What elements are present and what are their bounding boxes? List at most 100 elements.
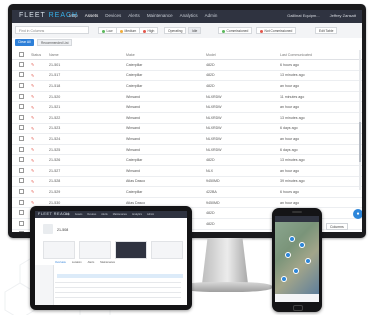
filter-operating[interactable]: Operating	[164, 27, 187, 34]
wrench-icon: ✎	[31, 168, 35, 174]
wrench-icon: ✎	[31, 136, 35, 142]
map-marker-icon[interactable]: ●	[353, 209, 362, 219]
tablet-nav-admin[interactable]: Admin	[147, 213, 154, 216]
row-checkbox[interactable]	[19, 125, 24, 131]
row-checkbox[interactable]	[19, 210, 24, 216]
edit-table-button[interactable]: Edit Table	[315, 27, 338, 34]
tablet-nav-analytics[interactable]: Analytics	[132, 213, 142, 216]
table-scrollbar-thumb[interactable]	[359, 122, 361, 162]
cell-make: Caterpillar	[125, 70, 205, 82]
tab-location[interactable]: Location	[72, 261, 82, 264]
column-model[interactable]: Model	[205, 50, 279, 60]
row-checkbox[interactable]	[19, 231, 24, 232]
map-pin-icon[interactable]	[293, 268, 299, 274]
cell-last-communicated: an hour ago	[279, 197, 362, 209]
row-checkbox[interactable]	[19, 178, 24, 184]
table-scrollbar[interactable]	[359, 50, 361, 190]
row-checkbox[interactable]	[19, 61, 24, 67]
nav-admin[interactable]: Admin	[205, 13, 218, 18]
cell-make: Winsand	[125, 91, 205, 103]
cell-name: 21-521	[48, 101, 125, 113]
row-checkbox[interactable]	[19, 104, 24, 110]
phone-map[interactable]	[275, 222, 319, 294]
commissioned-dot-icon	[222, 29, 225, 33]
row-checkbox[interactable]	[19, 188, 24, 194]
nav-alerts[interactable]: Alerts	[128, 13, 140, 18]
nav-devices[interactable]: Devices	[105, 13, 121, 18]
row-checkbox[interactable]	[19, 82, 24, 88]
filter-low[interactable]: Low	[98, 27, 117, 34]
tablet-nav-maintenance[interactable]: Maintenance	[113, 213, 127, 216]
column-status[interactable]: Status	[30, 50, 48, 60]
recommended-list-button[interactable]: Recommended List	[37, 39, 73, 46]
table-row[interactable]: ✎ 21-522 Winsand NLXRDW 13 minutes ago	[12, 112, 362, 124]
phone-home-button[interactable]	[293, 305, 303, 311]
row-checkbox[interactable]	[19, 72, 24, 78]
table-row[interactable]: ✎ 21-501 Caterpillar 482D 6 hours ago	[12, 59, 362, 71]
filter-idle[interactable]: Idle	[188, 27, 202, 34]
table-actions-bar: Clear All Recommended List	[12, 38, 362, 48]
wrench-icon: ✎	[31, 62, 35, 68]
select-all-checkbox[interactable]	[19, 51, 24, 57]
nav-map[interactable]: Map	[69, 13, 78, 18]
user-menu[interactable]: Jeffrey Zansatt	[330, 13, 356, 18]
tablet-nav-devices[interactable]: Devices	[87, 213, 96, 216]
clear-all-button[interactable]: Clear All	[15, 39, 34, 46]
map-pin-icon[interactable]	[289, 236, 295, 242]
cell-model: 9450MD	[205, 197, 279, 209]
user-area: Gaillinat Equipm... Jeffrey Zansatt	[287, 13, 356, 18]
column-name[interactable]: Name	[48, 50, 125, 60]
row-checkbox[interactable]	[19, 157, 24, 163]
column-last-communicated[interactable]: Last Communicated	[279, 50, 362, 60]
nav-analytics[interactable]: Analytics	[180, 13, 198, 18]
map-pin-icon[interactable]	[305, 258, 311, 264]
tablet-nav-map[interactable]: Map	[65, 213, 70, 216]
company-selector[interactable]: Gaillinat Equipm...	[287, 13, 319, 18]
map-pin-icon[interactable]	[285, 252, 291, 258]
row-checkbox[interactable]	[19, 220, 24, 226]
table-row[interactable]: ✎ 21-526 Caterpillar 482D 13 minutes ago	[12, 154, 362, 166]
table-row[interactable]: ✎ 21-525 Winsand NLXRDW 6 days ago	[12, 144, 362, 156]
tab-overview[interactable]: Overview	[55, 261, 66, 264]
cell-last-communicated: 6 days ago	[279, 123, 362, 135]
wrench-icon: ✎	[31, 94, 35, 100]
nav-maintenance[interactable]: Maintenance	[147, 13, 173, 18]
tablet-nav-alerts[interactable]: Alerts	[101, 213, 107, 216]
row-checkbox[interactable]	[19, 167, 24, 173]
table-row[interactable]: ✎ 21-518 Caterpillar 482D an hour ago	[12, 80, 362, 92]
tablet-nav: Map Assets Devices Alerts Maintenance An…	[65, 213, 154, 216]
wrench-icon: ✎	[31, 147, 35, 153]
top-navigation-bar: FLEET REACH Map Assets Devices Alerts Ma…	[12, 10, 362, 23]
map-pin-icon[interactable]	[281, 276, 287, 282]
cell-make: Winsand	[125, 165, 205, 177]
tab-alerts[interactable]: Alerts	[88, 261, 95, 264]
row-checkbox[interactable]	[19, 114, 24, 120]
filter-commissioned[interactable]: Commissioned	[218, 27, 253, 34]
row-checkbox[interactable]	[19, 146, 24, 152]
columns-button[interactable]: Columns	[326, 223, 348, 230]
row-checkbox[interactable]	[19, 93, 24, 99]
tab-maintenance[interactable]: Maintenance	[100, 261, 115, 264]
phone-screen	[275, 216, 319, 302]
table-row[interactable]: ✎ 21-520 Winsand NLXRDW 11 minutes ago	[12, 91, 362, 103]
table-row[interactable]: ✎ 21-523 Winsand NLXRDW 6 days ago	[12, 123, 362, 135]
filter-medium[interactable]: Medium	[116, 27, 141, 34]
table-row[interactable]: ✎ 21-524 Winsand NLXRDW an hour ago	[12, 133, 362, 145]
table-row[interactable]: ✎ 21-521 Winsand NLXRDW an hour ago	[12, 101, 362, 113]
tablet-nav-bar: FLEET REACH Map Assets Devices Alerts Ma…	[35, 211, 187, 218]
map-pin-icon[interactable]	[299, 242, 305, 248]
filter-not-commissioned[interactable]: Not Commissioned	[256, 27, 297, 34]
table-row[interactable]: ✎ 21-527 Winsand NLX an hour ago	[12, 165, 362, 177]
row-checkbox[interactable]	[19, 135, 24, 141]
wrench-icon: ✎	[31, 115, 35, 121]
nav-assets[interactable]: Assets	[85, 13, 99, 18]
table-row[interactable]: ✎ 21-528 Atlas Dasco 9450MD 39 minutes ago	[12, 176, 362, 188]
row-checkbox[interactable]	[19, 199, 24, 205]
phone-speaker	[292, 211, 302, 213]
column-make[interactable]: Make	[125, 50, 205, 60]
search-input[interactable]: Find in Columns	[15, 26, 89, 34]
table-row[interactable]: ✎ 21-529 Caterpillar 422BA 6 hours ago	[12, 186, 362, 198]
filter-high[interactable]: High	[139, 27, 159, 34]
tablet-nav-assets[interactable]: Assets	[75, 213, 83, 216]
table-row[interactable]: ✎ 21-517 Caterpillar 482D 13 minutes ago	[12, 70, 362, 82]
